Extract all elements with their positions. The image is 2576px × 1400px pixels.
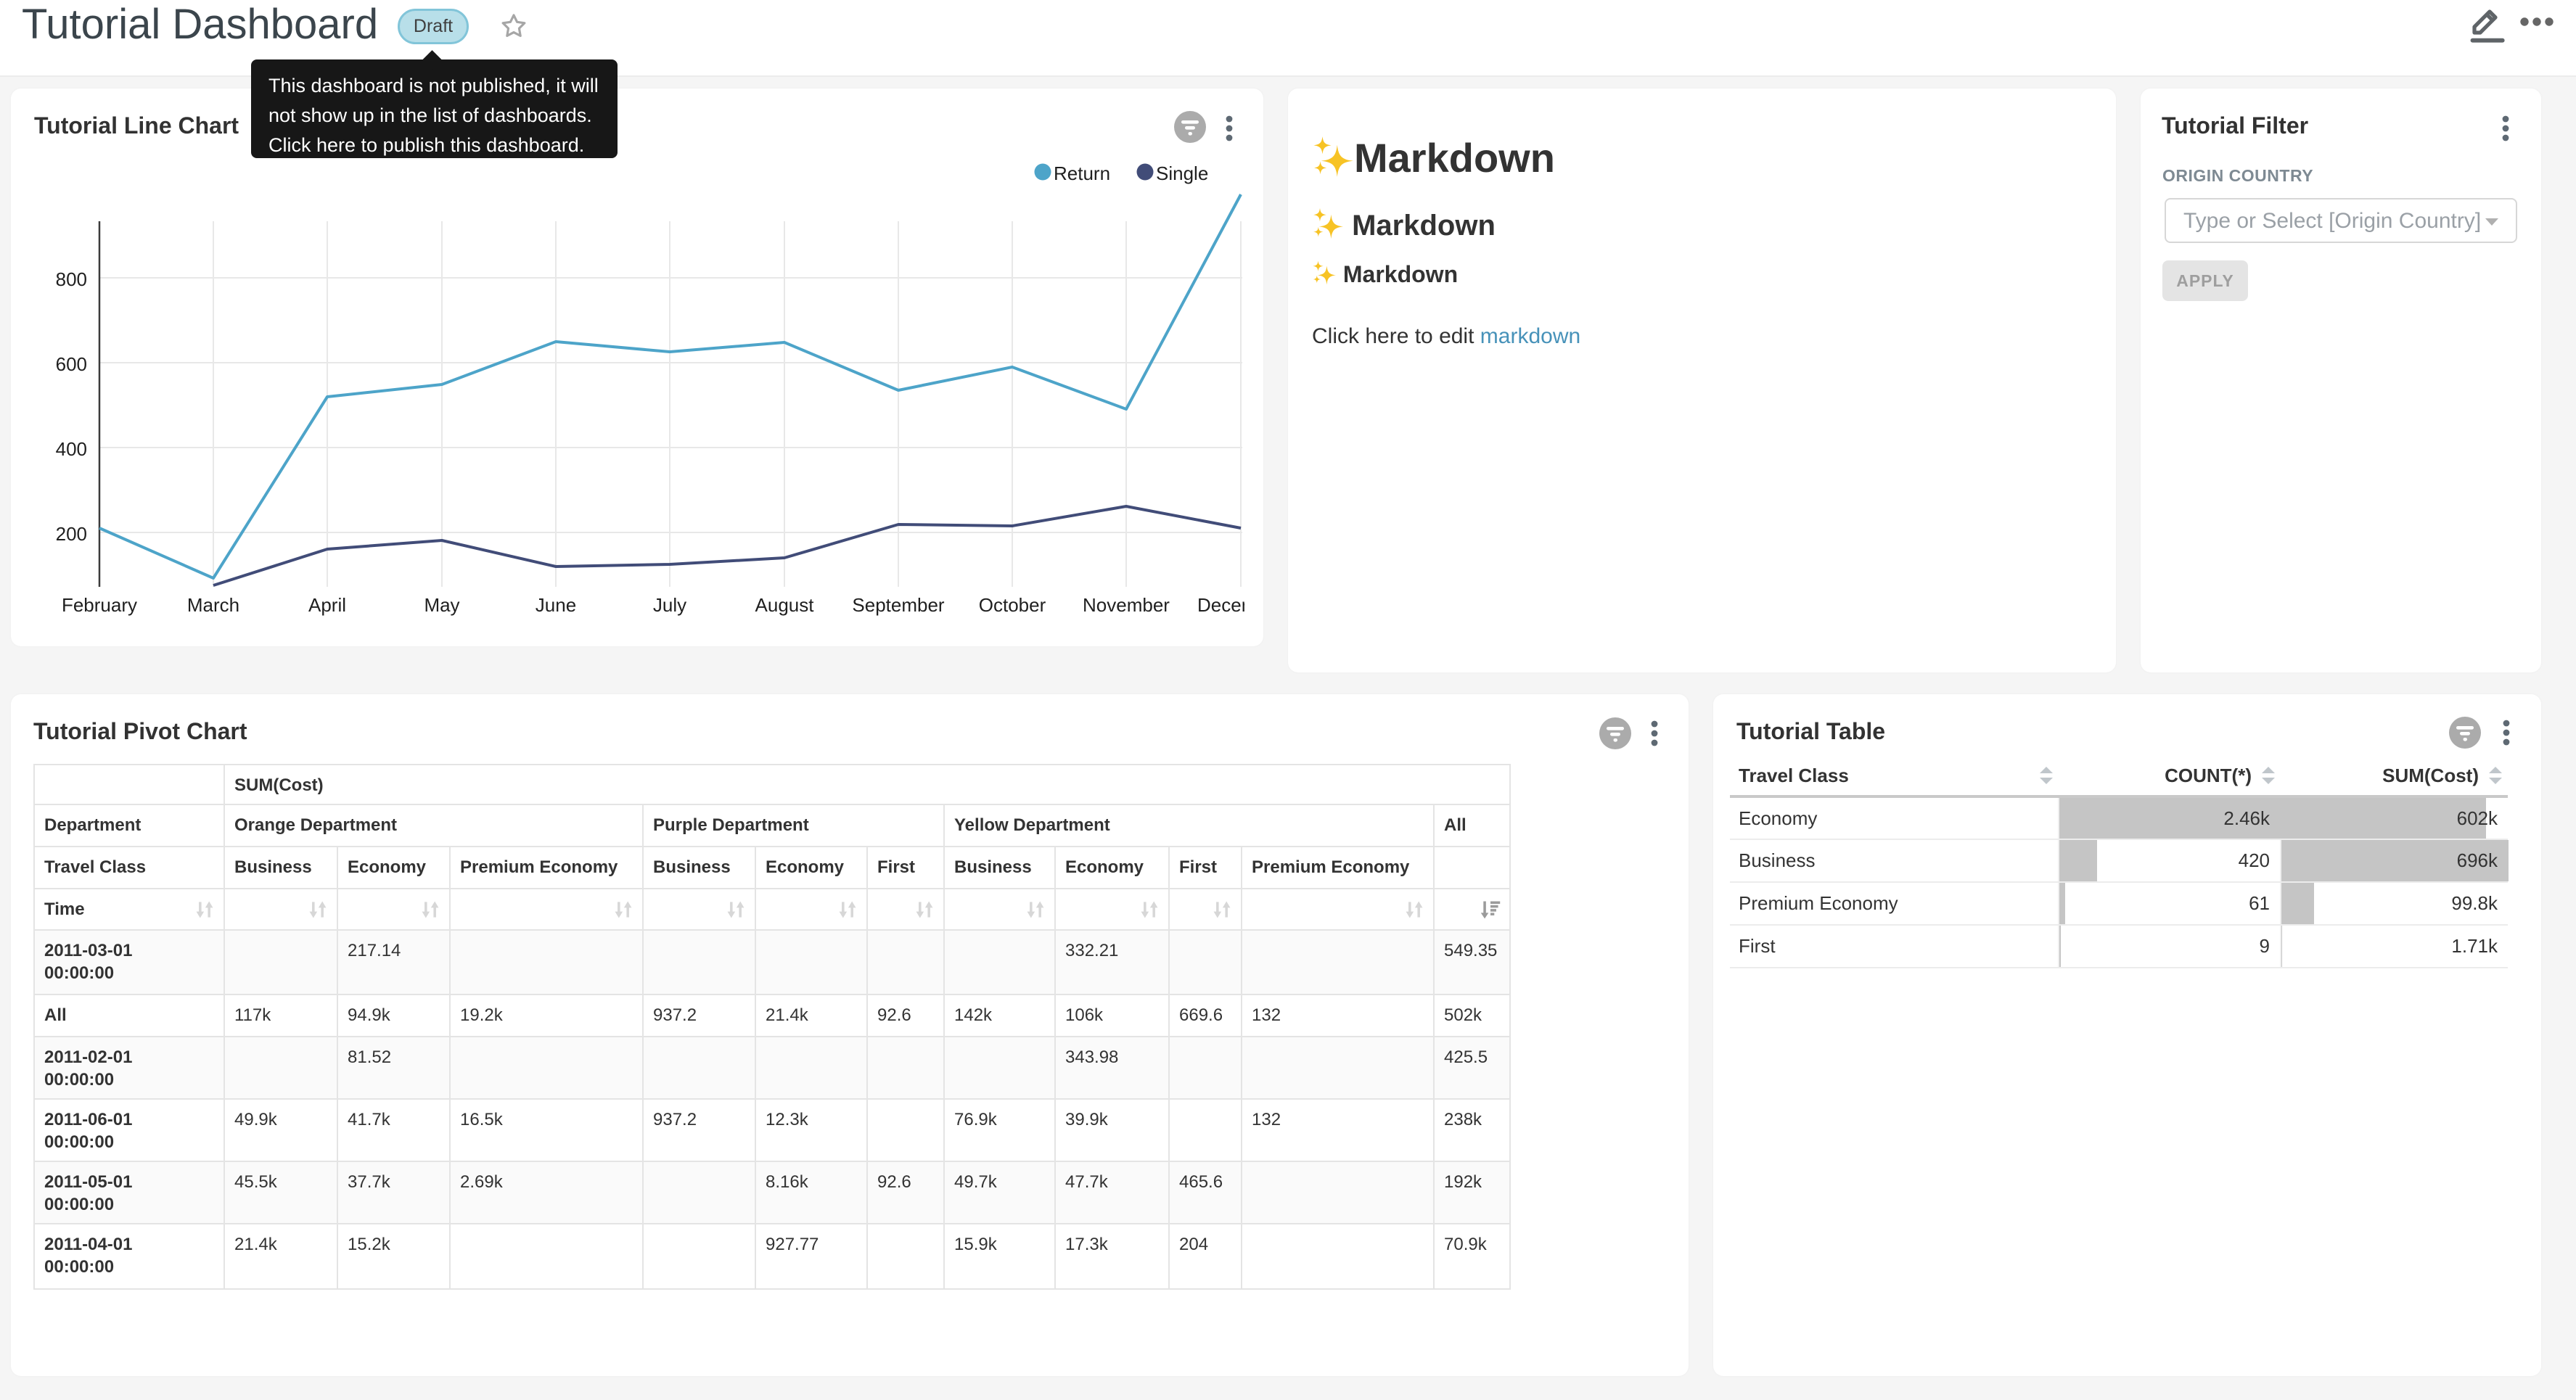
svg-text:200: 200 bbox=[56, 523, 87, 545]
svg-text:Return: Return bbox=[1054, 162, 1110, 184]
svg-text:400: 400 bbox=[56, 438, 87, 460]
svg-text:September: September bbox=[852, 594, 945, 616]
svg-text:600: 600 bbox=[56, 353, 87, 375]
svg-text:December: December bbox=[1197, 594, 1244, 616]
svg-text:February: February bbox=[62, 594, 137, 616]
svg-text:April: April bbox=[308, 594, 346, 616]
svg-text:July: July bbox=[653, 594, 686, 616]
svg-text:May: May bbox=[424, 594, 459, 616]
svg-text:Single: Single bbox=[1156, 162, 1208, 184]
svg-text:800: 800 bbox=[56, 268, 87, 290]
svg-text:March: March bbox=[187, 594, 239, 616]
svg-text:November: November bbox=[1083, 594, 1170, 616]
svg-text:June: June bbox=[536, 594, 576, 616]
svg-text:October: October bbox=[979, 594, 1046, 616]
svg-text:August: August bbox=[755, 594, 815, 616]
